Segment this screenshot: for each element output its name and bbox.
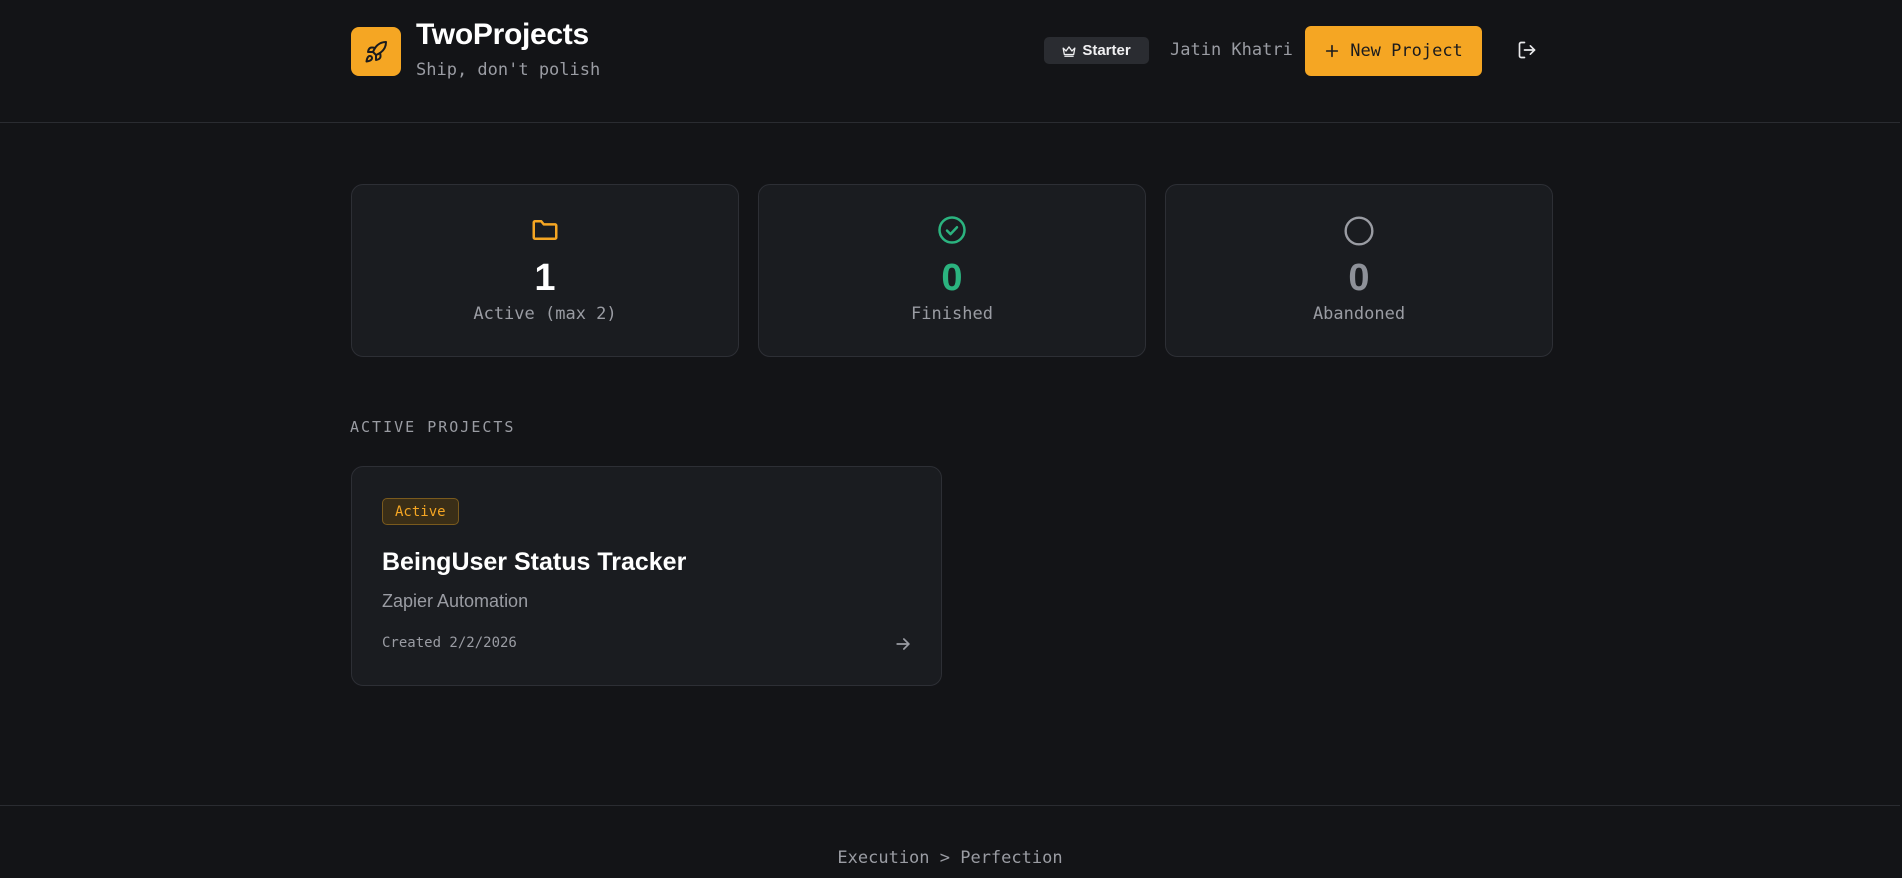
stat-label-finished: Finished	[911, 304, 993, 324]
status-badge: Active	[382, 498, 459, 525]
app-footer: Execution > Perfection	[0, 805, 1900, 878]
check-circle-icon	[938, 216, 966, 244]
app-logo[interactable]	[351, 27, 401, 76]
project-created-date: Created 2/2/2026	[382, 635, 517, 651]
new-project-button[interactable]: New Project	[1305, 26, 1482, 76]
app-title: TwoProjects	[416, 18, 589, 51]
folder-icon	[532, 220, 558, 240]
new-project-label: New Project	[1350, 41, 1463, 61]
logout-icon	[1518, 41, 1536, 59]
app-header: TwoProjects Ship, don't polish Starter J…	[0, 0, 1900, 123]
rocket-icon	[365, 40, 387, 62]
stat-value-finished: 0	[941, 257, 963, 299]
project-card[interactable]: Active BeingUser Status Tracker Zapier A…	[351, 466, 942, 686]
project-name: BeingUser Status Tracker	[382, 548, 687, 576]
stat-card-abandoned: 0 Abandoned	[1165, 184, 1553, 357]
user-name: Jatin Khatri	[1170, 40, 1293, 60]
stat-value-active: 1	[534, 257, 556, 299]
arrow-right-icon[interactable]	[893, 634, 913, 654]
active-projects-heading: ACTIVE PROJECTS	[350, 418, 516, 436]
logout-button[interactable]	[1515, 38, 1539, 62]
circle-icon	[1344, 216, 1374, 246]
stat-value-abandoned: 0	[1348, 257, 1370, 299]
plus-icon	[1326, 44, 1339, 58]
crown-icon	[1062, 45, 1076, 57]
project-category: Zapier Automation	[382, 591, 529, 611]
stat-label-active: Active (max 2)	[473, 304, 617, 324]
stat-card-finished: 0 Finished	[758, 184, 1146, 357]
plan-badge: Starter	[1044, 37, 1149, 64]
plan-badge-label: Starter	[1082, 42, 1131, 59]
stat-card-active: 1 Active (max 2)	[351, 184, 739, 357]
stat-label-abandoned: Abandoned	[1312, 304, 1406, 324]
app-tagline: Ship, don't polish	[416, 60, 601, 80]
footer-motto: Execution > Perfection	[837, 848, 1063, 868]
